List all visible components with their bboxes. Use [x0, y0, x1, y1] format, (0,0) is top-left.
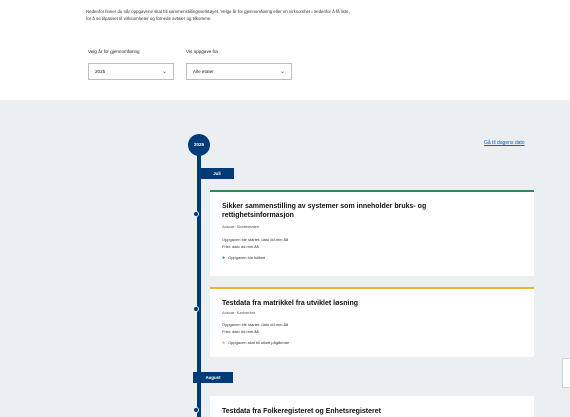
- task-card[interactable]: Testdata fra Folkeregisteret og Enhetsre…: [210, 396, 534, 417]
- task-agency: Ansvar: Kartverket: [222, 310, 255, 315]
- task-status-text: Oppgaven ble fullført: [228, 255, 266, 260]
- chevron-down-icon: ⌄: [161, 69, 167, 75]
- year-marker: 2025: [188, 134, 210, 156]
- timeline-dot: [193, 211, 199, 217]
- status-dot-icon: ●: [222, 340, 226, 346]
- task-title: Sikker sammenstilling av systemer som in…: [222, 202, 426, 220]
- task-status-text: Oppgaven skal bli utført pågående: [228, 340, 290, 345]
- task-title-line-1: Sikker sammenstilling av systemer som in…: [222, 203, 427, 210]
- timeline-dot: [193, 407, 199, 413]
- task-status: ● Oppgaven ble fullført: [222, 255, 265, 261]
- year-select-value: 2025: [95, 69, 106, 74]
- agency-select[interactable]: Alle etater ⌄: [186, 63, 292, 80]
- task-title: Testdata fra matrikkel fra utviklet løsn…: [222, 300, 359, 307]
- task-card[interactable]: Testdata fra matrikkel fra utviklet løsn…: [210, 287, 534, 357]
- filter-section: Nedenfor finner du når oppgavene skal bl…: [0, 0, 570, 100]
- agency-filter-label: Vis oppgave fra: [186, 49, 218, 54]
- intro-line-1: Nedenfor finner du når oppgavene skal bl…: [86, 9, 350, 14]
- year-filter-label: Velg år for gjennomføring: [88, 49, 140, 54]
- task-start-date: Oppgaven ble startet: dato dd.mm.åå: [222, 237, 289, 242]
- intro-line-2: for å se tilpasset til virksomheter og f…: [86, 16, 212, 21]
- task-deadline: Frist: dato dd.mm.åå: [222, 244, 259, 249]
- status-dot-icon: ●: [222, 255, 226, 261]
- month-tag-july: Juli: [200, 168, 234, 179]
- task-title-line-2: rettighetsinformasjon: [222, 212, 294, 219]
- task-status: ● Oppgaven skal bli utført pågående: [222, 340, 289, 346]
- year-select[interactable]: 2025 ⌄: [88, 63, 174, 80]
- agency-select-value: Alle etater: [193, 69, 214, 74]
- task-title: Testdata fra Folkeregisteret og Enhetsre…: [222, 408, 381, 415]
- go-to-today-link[interactable]: Gå til dagens dato: [484, 140, 525, 146]
- task-agency: Ansvar: Skatteetaten: [222, 224, 260, 229]
- feedback-tab[interactable]: [562, 358, 570, 388]
- task-card[interactable]: Sikker sammenstilling av systemer som in…: [210, 190, 534, 276]
- task-deadline: Frist: dato dd.mm.åå: [222, 329, 259, 334]
- timeline-dot: [193, 306, 199, 312]
- chevron-down-icon: ⌄: [279, 69, 285, 75]
- month-tag-august: August: [193, 372, 233, 383]
- intro-text: Nedenfor finner du når oppgavene skal bl…: [86, 8, 486, 22]
- task-start-date: Oppgaven ble startet: dato dd.mm.åå: [222, 322, 289, 327]
